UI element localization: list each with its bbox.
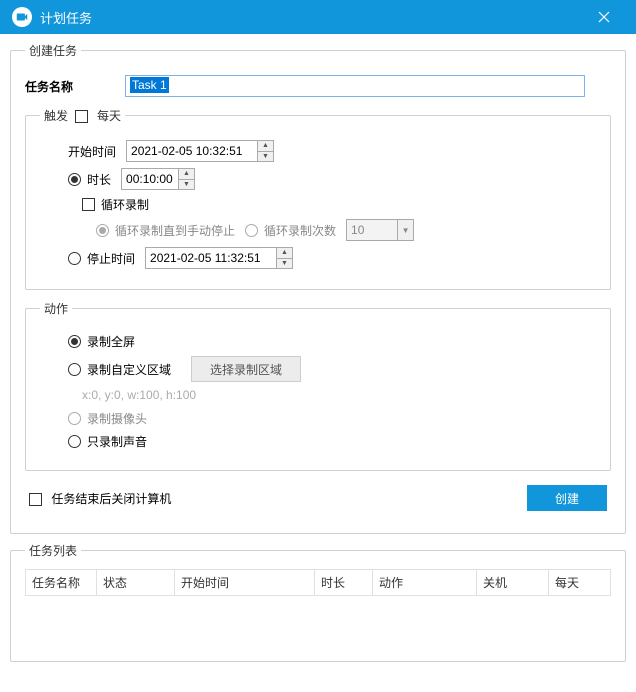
daily-label: 每天 — [97, 109, 121, 123]
loop-record-checkbox[interactable] — [82, 198, 95, 211]
duration-label: 时长 — [87, 171, 111, 188]
col-daily[interactable]: 每天 — [549, 569, 611, 596]
task-list-legend: 任务列表 — [25, 542, 81, 559]
action-group: 动作 录制全屏 录制自定义区域 选择录制区域 x:0, y:0, w:100, … — [25, 300, 611, 471]
col-name[interactable]: 任务名称 — [25, 569, 97, 596]
loop-record-label: 循环录制 — [101, 196, 149, 213]
col-action[interactable]: 动作 — [373, 569, 477, 596]
loop-count-select: ▼ — [346, 219, 414, 241]
camera-radio — [68, 412, 81, 425]
duration-input[interactable]: ▲▼ — [121, 168, 195, 190]
fullscreen-radio[interactable] — [68, 335, 81, 348]
spinner-up-icon[interactable]: ▲ — [179, 169, 194, 180]
loop-until-stop-label: 循环录制直到手动停止 — [115, 222, 235, 239]
duration-radio[interactable] — [68, 173, 81, 186]
col-shutdown[interactable]: 关机 — [477, 569, 549, 596]
spinner-up-icon[interactable]: ▲ — [258, 141, 273, 152]
chevron-down-icon: ▼ — [397, 220, 413, 240]
start-time-input[interactable]: ▲▼ — [126, 140, 274, 162]
fullscreen-label: 录制全屏 — [87, 333, 135, 350]
spinner-down-icon[interactable]: ▼ — [258, 152, 273, 162]
loop-count-radio — [245, 224, 258, 237]
create-button[interactable]: 创建 — [527, 485, 607, 511]
custom-area-label: 录制自定义区域 — [87, 361, 171, 378]
window-title: 计划任务 — [40, 8, 584, 27]
shutdown-option: 任务结束后关闭计算机 — [29, 490, 171, 507]
create-task-legend: 创建任务 — [25, 42, 81, 59]
close-button[interactable] — [584, 0, 624, 34]
custom-area-radio[interactable] — [68, 363, 81, 376]
spinner-up-icon[interactable]: ▲ — [277, 248, 292, 259]
task-name-label: 任务名称 — [25, 78, 125, 95]
col-start[interactable]: 开始时间 — [175, 569, 315, 596]
close-icon — [598, 11, 610, 23]
area-coords: x:0, y:0, w:100, h:100 — [40, 388, 596, 402]
loop-until-stop-radio — [96, 224, 109, 237]
spinner-down-icon[interactable]: ▼ — [277, 259, 292, 269]
shutdown-checkbox[interactable] — [29, 493, 42, 506]
trigger-group: 触发 每天 开始时间 ▲▼ 时长 ▲▼ 循环录制 循环录制直到手动停止 — [25, 107, 611, 290]
titlebar: 计划任务 — [0, 0, 636, 34]
spinner-down-icon[interactable]: ▼ — [179, 180, 194, 190]
task-list-group: 任务列表 任务名称 状态 开始时间 时长 动作 关机 每天 — [10, 542, 626, 662]
col-status[interactable]: 状态 — [97, 569, 175, 596]
select-area-button[interactable]: 选择录制区域 — [191, 356, 301, 382]
daily-checkbox[interactable] — [75, 110, 88, 123]
start-time-label: 开始时间 — [68, 143, 116, 160]
action-legend: 动作 — [40, 300, 72, 317]
stop-time-radio[interactable] — [68, 252, 81, 265]
stop-time-input[interactable]: ▲▼ — [145, 247, 293, 269]
loop-count-label: 循环录制次数 — [264, 222, 336, 239]
col-duration[interactable]: 时长 — [315, 569, 373, 596]
audio-only-label: 只录制声音 — [87, 433, 147, 450]
stop-time-label: 停止时间 — [87, 250, 135, 267]
app-icon — [12, 7, 32, 27]
create-task-group: 创建任务 任务名称 Task 1 触发 每天 开始时间 ▲▼ 时长 ▲▼ — [10, 42, 626, 534]
shutdown-label: 任务结束后关闭计算机 — [51, 492, 171, 506]
task-name-input[interactable]: Task 1 — [125, 75, 585, 97]
task-table-header: 任务名称 状态 开始时间 时长 动作 关机 每天 — [25, 569, 611, 596]
trigger-legend: 触发 每天 — [40, 107, 125, 124]
audio-only-radio[interactable] — [68, 435, 81, 448]
camera-label: 录制摄像头 — [87, 410, 147, 427]
